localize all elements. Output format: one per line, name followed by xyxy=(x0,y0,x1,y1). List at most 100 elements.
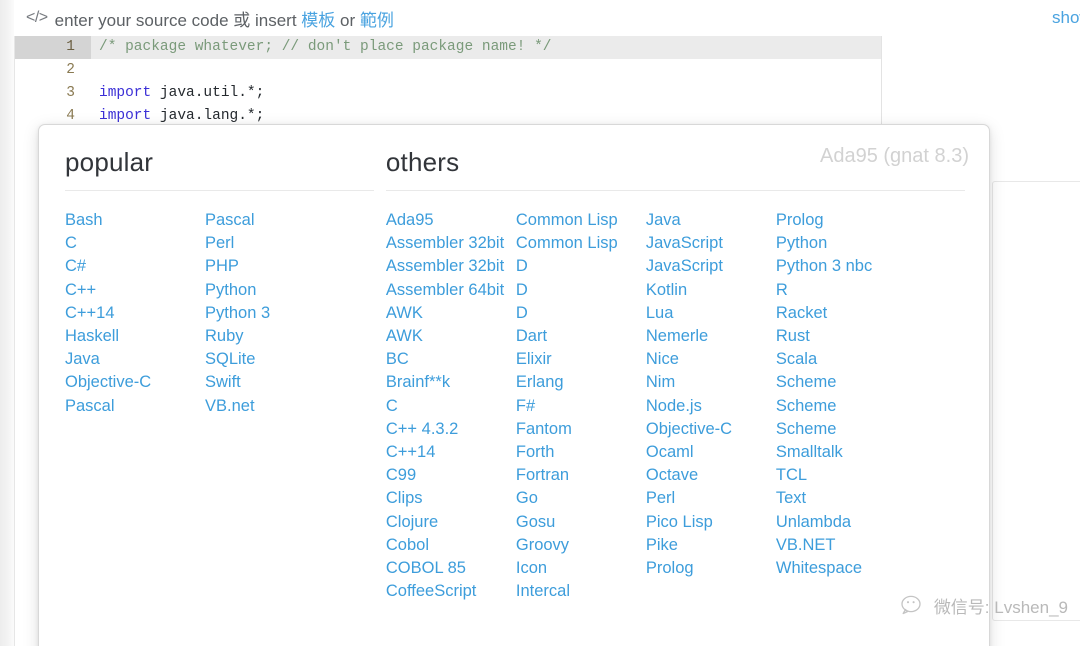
language-option[interactable]: Scala xyxy=(776,348,906,371)
language-option[interactable]: BC xyxy=(386,348,516,371)
language-option[interactable]: CoffeeScript xyxy=(386,580,516,603)
language-option[interactable]: Rust xyxy=(776,325,906,348)
language-option[interactable]: Haskell xyxy=(65,325,205,348)
language-option[interactable]: Pike xyxy=(646,534,776,557)
language-option[interactable]: Perl xyxy=(205,232,345,255)
language-option[interactable]: Assembler 64bit xyxy=(386,279,516,302)
language-option[interactable]: D xyxy=(516,255,646,278)
line-number: 2 xyxy=(66,62,75,78)
language-option[interactable]: Smalltalk xyxy=(776,441,906,464)
language-option[interactable]: Common Lisp xyxy=(516,209,646,232)
language-option[interactable]: VB.net xyxy=(205,395,345,418)
show-link[interactable]: show xyxy=(1052,8,1080,28)
language-option[interactable]: Clips xyxy=(386,487,516,510)
language-option[interactable]: Clojure xyxy=(386,511,516,534)
language-option[interactable]: R xyxy=(776,279,906,302)
language-option[interactable]: Prolog xyxy=(646,557,776,580)
language-option[interactable]: Pico Lisp xyxy=(646,511,776,534)
language-option[interactable]: Go xyxy=(516,487,646,510)
language-option[interactable]: PHP xyxy=(205,255,345,278)
line-number: 3 xyxy=(66,85,75,101)
language-option[interactable]: C xyxy=(65,232,205,255)
editor-header-bar: </> enter your source code 或 insert 模板 o… xyxy=(14,0,1080,36)
language-option[interactable]: F# xyxy=(516,395,646,418)
language-option[interactable]: Assembler 32bit xyxy=(386,255,516,278)
language-option[interactable]: Whitespace xyxy=(776,557,906,580)
language-option[interactable]: C++ xyxy=(65,279,205,302)
language-option[interactable]: Objective-C xyxy=(65,371,205,394)
language-option[interactable]: AWK xyxy=(386,302,516,325)
language-option[interactable]: Kotlin xyxy=(646,279,776,302)
language-option[interactable]: Perl xyxy=(646,487,776,510)
language-option[interactable]: Objective-C xyxy=(646,418,776,441)
language-option[interactable]: C99 xyxy=(386,464,516,487)
header-prompt-text-2: insert xyxy=(250,10,302,30)
language-option[interactable]: Nice xyxy=(646,348,776,371)
language-option[interactable]: Elixir xyxy=(516,348,646,371)
header-prompt-text-3: or xyxy=(335,10,360,30)
popular-languages-section: popular Bash C C# C++ C++14 Haskell Java… xyxy=(65,147,374,418)
popular-section-divider xyxy=(65,190,374,191)
language-option[interactable]: C xyxy=(386,395,516,418)
language-option[interactable]: Gosu xyxy=(516,511,646,534)
language-option[interactable]: Java xyxy=(646,209,776,232)
language-option[interactable]: Assembler 32bit xyxy=(386,232,516,255)
language-selector-panel[interactable]: Ada95 (gnat 8.3) popular Bash C C# C++ C… xyxy=(38,124,990,646)
language-option[interactable]: C# xyxy=(65,255,205,278)
language-option[interactable]: Forth xyxy=(516,441,646,464)
language-option[interactable]: TCL xyxy=(776,464,906,487)
language-option[interactable]: Fortran xyxy=(516,464,646,487)
others-column-1: Ada95 Assembler 32bit Assembler 32bit As… xyxy=(386,209,516,603)
language-option[interactable]: C++ 4.3.2 xyxy=(386,418,516,441)
others-section-divider xyxy=(385,190,965,191)
language-option[interactable]: Prolog xyxy=(776,209,906,232)
language-option[interactable]: VB.NET xyxy=(776,534,906,557)
language-option[interactable]: Python 3 nbc xyxy=(776,255,906,278)
language-option[interactable]: Cobol xyxy=(386,534,516,557)
popular-language-grid: Bash C C# C++ C++14 Haskell Java Objecti… xyxy=(65,209,374,418)
language-option[interactable]: Python 3 xyxy=(205,302,345,325)
language-option[interactable]: Dart xyxy=(516,325,646,348)
language-option[interactable]: D xyxy=(516,302,646,325)
language-option[interactable]: Racket xyxy=(776,302,906,325)
language-option[interactable]: Ruby xyxy=(205,325,345,348)
language-option[interactable]: C++14 xyxy=(386,441,516,464)
language-option[interactable]: JavaScript xyxy=(646,232,776,255)
language-option[interactable]: SQLite xyxy=(205,348,345,371)
language-option[interactable]: Ocaml xyxy=(646,441,776,464)
language-option[interactable]: AWK xyxy=(386,325,516,348)
language-option[interactable]: Python xyxy=(776,232,906,255)
language-option[interactable]: Java xyxy=(65,348,205,371)
language-option[interactable]: Pascal xyxy=(65,395,205,418)
language-option[interactable]: Nemerle xyxy=(646,325,776,348)
language-option[interactable]: D xyxy=(516,279,646,302)
language-option[interactable]: Python xyxy=(205,279,345,302)
language-option[interactable]: Groovy xyxy=(516,534,646,557)
language-option[interactable]: Fantom xyxy=(516,418,646,441)
insert-template-link[interactable]: 模板 xyxy=(301,11,335,30)
language-option[interactable]: Icon xyxy=(516,557,646,580)
language-option[interactable]: Nim xyxy=(646,371,776,394)
language-option[interactable]: Common Lisp xyxy=(516,232,646,255)
language-option[interactable]: Ada95 xyxy=(386,209,516,232)
language-option[interactable]: Node.js xyxy=(646,395,776,418)
language-option[interactable]: Intercal xyxy=(516,580,646,603)
current-language-label: Ada95 (gnat 8.3) xyxy=(820,145,969,167)
language-option[interactable]: Brainf**k xyxy=(386,371,516,394)
insert-sample-link[interactable]: 範例 xyxy=(360,11,394,30)
language-option[interactable]: Swift xyxy=(205,371,345,394)
language-option[interactable]: C++14 xyxy=(65,302,205,325)
language-option[interactable]: Erlang xyxy=(516,371,646,394)
language-option[interactable]: Bash xyxy=(65,209,205,232)
language-option[interactable]: Octave xyxy=(646,464,776,487)
language-option[interactable]: Lua xyxy=(646,302,776,325)
language-option[interactable]: Pascal xyxy=(205,209,345,232)
language-option[interactable]: COBOL 85 xyxy=(386,557,516,580)
language-option[interactable]: Scheme xyxy=(776,418,906,441)
language-option[interactable]: Text xyxy=(776,487,906,510)
others-languages-section: others Ada95 Assembler 32bit Assembler 3… xyxy=(385,147,965,603)
language-option[interactable]: JavaScript xyxy=(646,255,776,278)
language-option[interactable]: Unlambda xyxy=(776,511,906,534)
language-option[interactable]: Scheme xyxy=(776,371,906,394)
language-option[interactable]: Scheme xyxy=(776,395,906,418)
